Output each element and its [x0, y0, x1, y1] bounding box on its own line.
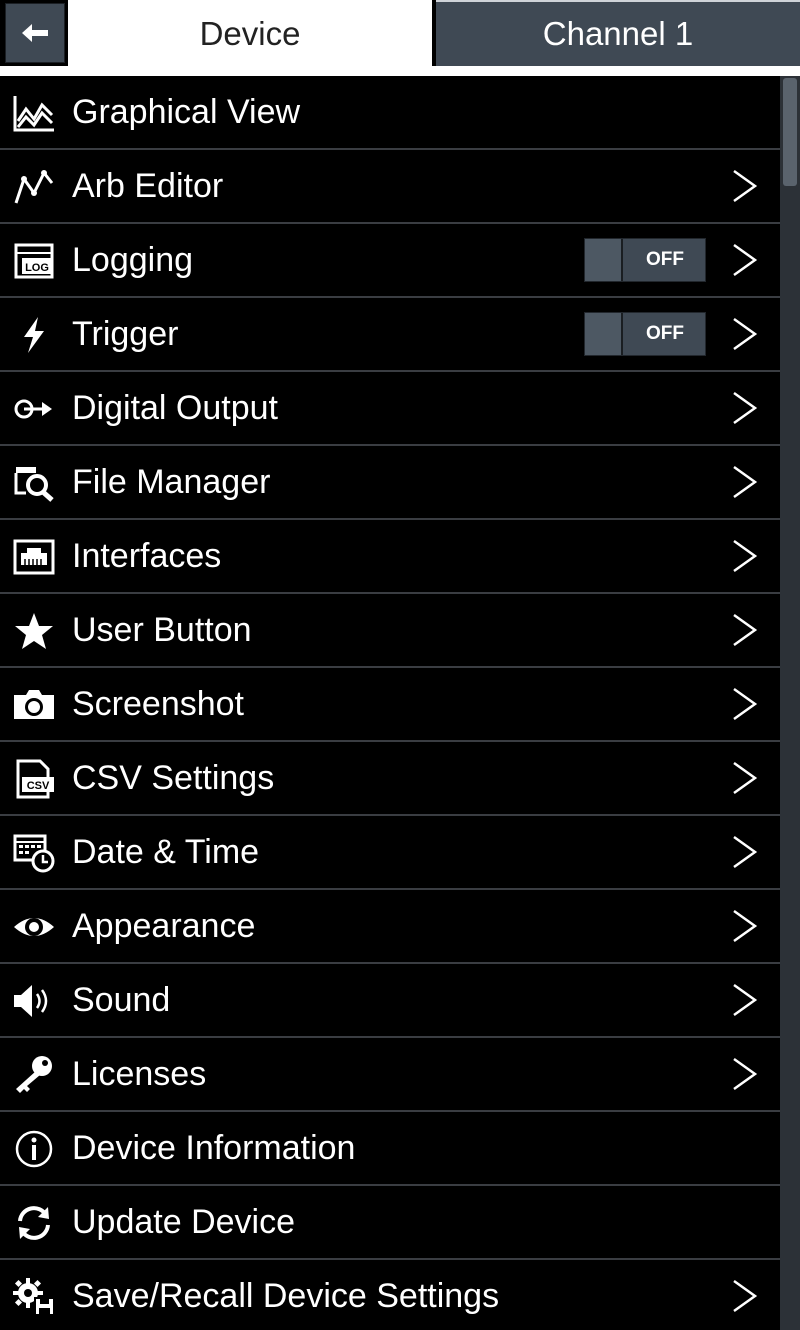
menu-item-label: Date & Time	[72, 833, 260, 871]
menu-item-sound[interactable]: Sound	[0, 964, 780, 1038]
device-menu-list: Graphical View Arb Editor LOG Logging OF…	[0, 76, 780, 1330]
menu-item-label: Device Information	[72, 1129, 356, 1167]
menu-item-label: Save/Recall Device Settings	[72, 1277, 500, 1315]
chevron-right-icon	[733, 687, 758, 721]
chevron-right-icon	[733, 909, 758, 943]
header-divider	[0, 66, 800, 76]
menu-item-licenses[interactable]: Licenses	[0, 1038, 780, 1112]
menu-item-update-device[interactable]: Update Device	[0, 1186, 780, 1260]
tab-channel-1[interactable]: Channel 1	[436, 0, 800, 66]
chevron-right-icon	[733, 835, 758, 869]
menu-item-screenshot[interactable]: Screenshot	[0, 668, 780, 742]
menu-item-trigger[interactable]: Trigger OFF	[0, 298, 780, 372]
tab-device[interactable]: Device	[68, 0, 432, 66]
toggle-state: OFF	[646, 249, 684, 270]
menu-item-save-recall-device-settings[interactable]: Save/Recall Device Settings	[0, 1260, 780, 1330]
chevron-right-icon	[733, 1057, 758, 1091]
graph-icon	[11, 92, 57, 134]
menu-item-device-information[interactable]: Device Information	[0, 1112, 780, 1186]
menu-item-logging[interactable]: LOG Logging OFF	[0, 224, 780, 298]
menu-item-label: Trigger	[72, 315, 179, 353]
menu-item-label: Arb Editor	[72, 167, 224, 205]
menu-item-label: Update Device	[72, 1203, 296, 1241]
menu-item-label: Sound	[72, 981, 171, 1019]
chevron-right-icon	[733, 613, 758, 647]
menu-item-label: Graphical View	[72, 93, 301, 131]
menu-item-label: Appearance	[72, 907, 256, 945]
info-icon	[11, 1128, 57, 1170]
menu-item-label: User Button	[72, 611, 252, 649]
logging-toggle[interactable]: OFF	[584, 238, 706, 282]
chevron-right-icon	[733, 169, 758, 203]
menu-item-graphical-view[interactable]: Graphical View	[0, 76, 780, 150]
chevron-right-icon	[733, 761, 758, 795]
trigger-toggle[interactable]: OFF	[584, 312, 706, 356]
menu-item-arb-editor[interactable]: Arb Editor	[0, 150, 780, 224]
menu-item-user-button[interactable]: User Button	[0, 594, 780, 668]
menu-item-label: Licenses	[72, 1055, 207, 1093]
svg-text:CSV: CSV	[27, 780, 50, 792]
chevron-right-icon	[733, 243, 758, 277]
chevron-right-icon	[733, 983, 758, 1017]
menu-item-file-manager[interactable]: File Manager	[0, 446, 780, 520]
key-icon	[11, 1054, 57, 1096]
chevron-right-icon	[733, 1279, 758, 1313]
menu-item-appearance[interactable]: Appearance	[0, 890, 780, 964]
tab-device-label: Device	[199, 15, 301, 52]
menu-item-digital-output[interactable]: Digital Output	[0, 372, 780, 446]
calendar-clock-icon	[11, 832, 57, 874]
gear-save-icon	[11, 1276, 57, 1318]
menu-item-date-time[interactable]: Date & Time	[0, 816, 780, 890]
file-search-icon	[11, 462, 57, 504]
chevron-right-icon	[733, 317, 758, 351]
toggle-state: OFF	[646, 323, 684, 344]
ethernet-port-icon	[11, 536, 57, 578]
menu-item-csv-settings[interactable]: CSV CSV Settings	[0, 742, 780, 816]
menu-item-label: File Manager	[72, 463, 271, 501]
eye-icon	[11, 906, 57, 948]
star-icon	[11, 610, 57, 652]
tab-channel-1-label: Channel 1	[542, 15, 694, 52]
refresh-icon	[11, 1202, 57, 1244]
menu-item-label: Screenshot	[72, 685, 244, 723]
digital-output-icon	[11, 388, 57, 430]
back-button[interactable]	[5, 3, 65, 63]
svg-text:LOG: LOG	[25, 262, 49, 274]
toggle-knob	[585, 313, 623, 355]
speaker-icon	[11, 980, 57, 1022]
menu-item-label: CSV Settings	[72, 759, 275, 797]
top-bar: Device Channel 1	[0, 0, 800, 76]
chevron-right-icon	[733, 465, 758, 499]
chevron-right-icon	[733, 391, 758, 425]
log-icon: LOG	[11, 240, 57, 282]
menu-item-label: Digital Output	[72, 389, 278, 427]
chevron-right-icon	[733, 539, 758, 573]
menu-item-interfaces[interactable]: Interfaces	[0, 520, 780, 594]
scrollbar-thumb[interactable]	[783, 78, 797, 186]
csv-file-icon: CSV	[11, 758, 57, 800]
lightning-icon	[11, 314, 57, 356]
camera-icon	[11, 684, 57, 726]
toggle-knob	[585, 239, 623, 281]
scrollbar-track[interactable]	[780, 76, 800, 1330]
arb-editor-icon	[11, 166, 57, 208]
back-arrow-icon	[22, 24, 48, 42]
menu-item-label: Logging	[72, 241, 194, 279]
menu-item-label: Interfaces	[72, 537, 222, 575]
